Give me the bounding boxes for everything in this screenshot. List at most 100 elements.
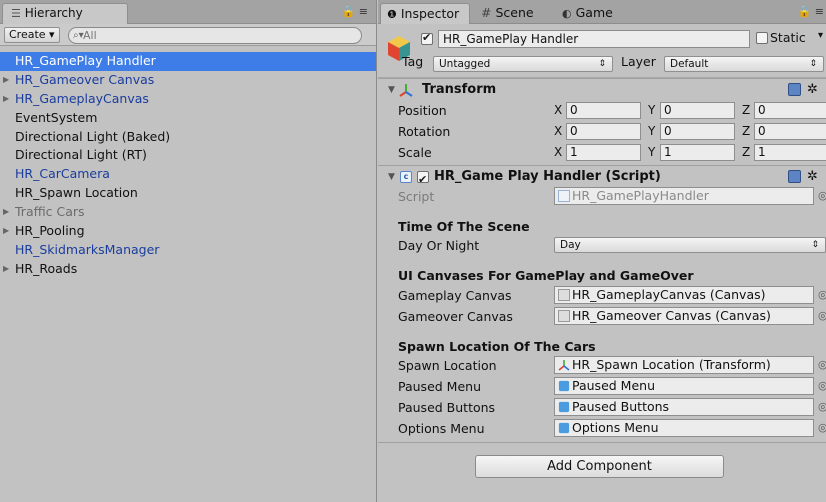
hierarchy-item-label: HR_CarCamera [15, 166, 110, 182]
axis-x-label: X [554, 103, 563, 117]
axis-x-label: X [554, 145, 563, 159]
hierarchy-item[interactable]: ▶ Traffic Cars [0, 203, 376, 222]
pacman-icon: ◐ [562, 7, 572, 20]
transform-row: Position X 0 Y 0 Z 0 [378, 100, 826, 120]
hierarchy-item[interactable]: ▶ HR_Pooling [0, 222, 376, 241]
layer-dropdown[interactable]: Default ⇕ [664, 56, 824, 72]
expand-arrow-icon[interactable]: ▶ [3, 222, 9, 241]
day-night-label: Day Or Night [398, 238, 480, 253]
tab-inspector[interactable]: ❶ Inspector [380, 3, 470, 24]
hierarchy-item-label: HR_GameplayCanvas [15, 90, 149, 106]
gameplay-canvas-field[interactable]: HR_GameplayCanvas (Canvas) [554, 286, 814, 304]
static-dropdown-icon[interactable]: ▾ [818, 30, 823, 41]
paused-buttons-field[interactable]: Paused Buttons [554, 398, 814, 416]
hierarchy-item[interactable]: HR_GamePlay Handler [0, 52, 376, 71]
list-icon: ☰ [11, 7, 21, 20]
tag-dropdown[interactable]: Untagged ⇕ [433, 56, 613, 72]
transform-header[interactable]: ▼ Transform ✲ [378, 78, 826, 100]
hierarchy-item[interactable]: HR_Spawn Location [0, 184, 376, 203]
paused-menu-row: Paused Menu Paused Menu ◎ [378, 376, 826, 396]
panel-menu-icon[interactable]: 🔒 ≡ [342, 5, 368, 18]
gameover-canvas-value: HR_Gameover Canvas (Canvas) [572, 308, 771, 323]
transform-x-field[interactable]: 0 [566, 123, 641, 140]
expand-arrow-icon[interactable]: ▶ [3, 90, 9, 109]
object-picker-icon[interactable]: ◎ [818, 400, 826, 413]
transform-z-field[interactable]: 0 [754, 123, 826, 140]
script-enabled-checkbox[interactable] [417, 169, 429, 191]
hierarchy-item[interactable]: ▶ HR_Gameover Canvas [0, 71, 376, 90]
transform-z-field[interactable]: 0 [754, 102, 826, 119]
active-checkbox[interactable] [421, 31, 433, 45]
transform-x-field[interactable]: 0 [566, 102, 641, 119]
expand-arrow-icon[interactable]: ▶ [3, 71, 9, 90]
options-menu-row: Options Menu Options Menu ◎ [378, 418, 826, 438]
transform-y-field[interactable]: 0 [660, 102, 735, 119]
inspector-tabbar: ❶ Inspector # Scene ◐ Game 🔒 ≡ [378, 0, 826, 24]
hierarchy-item[interactable]: HR_SkidmarksManager [0, 241, 376, 260]
object-picker-icon[interactable]: ◎ [818, 189, 826, 202]
gear-icon[interactable]: ✲ [807, 166, 818, 188]
static-checkbox[interactable] [756, 32, 768, 44]
fold-arrow-icon[interactable]: ▼ [388, 166, 395, 188]
transform-row: Scale X 1 Y 1 Z 1 [378, 142, 826, 162]
transform-y-field[interactable]: 0 [660, 123, 735, 140]
layer-label: Layer [621, 54, 656, 69]
paused-menu-field[interactable]: Paused Menu [554, 377, 814, 395]
transform-row-label: Rotation [398, 124, 451, 139]
hierarchy-item[interactable]: ▶ HR_Roads [0, 260, 376, 279]
canvas-icon [558, 310, 570, 322]
info-icon: ❶ [387, 8, 397, 21]
search-icon: ⌕▾ [73, 30, 84, 41]
hierarchy-item[interactable]: ▶ HR_GameplayCanvas [0, 90, 376, 109]
day-night-value: Day [560, 239, 581, 251]
object-picker-icon[interactable]: ◎ [818, 421, 826, 434]
create-button[interactable]: Create ▾ [4, 27, 60, 43]
hierarchy-item-label: Directional Light (RT) [15, 147, 147, 163]
object-name-field[interactable]: HR_GamePlay Handler [438, 30, 750, 48]
gear-icon[interactable]: ✲ [807, 79, 818, 101]
hierarchy-item-label: HR_Gameover Canvas [15, 71, 155, 87]
hierarchy-tab[interactable]: ☰ Hierarchy [2, 3, 128, 24]
hierarchy-item[interactable]: HR_CarCamera [0, 165, 376, 184]
options-menu-field[interactable]: Options Menu [554, 419, 814, 437]
gameover-canvas-row: Gameover Canvas HR_Gameover Canvas (Canv… [378, 306, 826, 326]
hierarchy-item[interactable]: EventSystem [0, 109, 376, 128]
transform-icon [558, 360, 570, 371]
tab-inspector-label: Inspector [400, 6, 460, 21]
object-picker-icon[interactable]: ◎ [818, 358, 826, 371]
expand-arrow-icon[interactable]: ▶ [3, 203, 9, 222]
axis-y-label: Y [648, 124, 656, 138]
hierarchy-tabbar: ☰ Hierarchy 🔒 ≡ [0, 0, 376, 24]
paused-menu-label: Paused Menu [398, 379, 481, 394]
expand-arrow-icon[interactable]: ▶ [3, 260, 9, 279]
script-header[interactable]: ▼ c HR_Game Play Handler (Script) ✲ [378, 165, 826, 191]
object-picker-icon[interactable]: ◎ [818, 379, 826, 392]
transform-x-field[interactable]: 1 [566, 144, 641, 161]
inspector-menu-icon[interactable]: 🔒 ≡ [798, 5, 824, 18]
day-night-dropdown[interactable]: Day ⇕ [554, 237, 826, 253]
transform-y-field[interactable]: 1 [660, 144, 735, 161]
spawn-location-field[interactable]: HR_Spawn Location (Transform) [554, 356, 814, 374]
hierarchy-item[interactable]: Directional Light (RT) [0, 146, 376, 165]
script-field[interactable]: HR_GamePlayHandler [554, 187, 814, 205]
fold-arrow-icon[interactable]: ▼ [388, 79, 395, 101]
add-component-button[interactable]: Add Component [475, 455, 724, 478]
hierarchy-item-label: HR_GamePlay Handler [15, 53, 156, 68]
help-book-icon[interactable] [788, 83, 801, 96]
axis-x-label: X [554, 124, 563, 138]
help-book-icon[interactable] [788, 170, 801, 183]
object-picker-icon[interactable]: ◎ [818, 309, 826, 322]
transform-z-field[interactable]: 1 [754, 144, 826, 161]
paused-buttons-row: Paused Buttons Paused Buttons ◎ [378, 397, 826, 417]
gameover-canvas-field[interactable]: HR_Gameover Canvas (Canvas) [554, 307, 814, 325]
tab-scene[interactable]: # Scene [475, 3, 540, 24]
hierarchy-item[interactable]: Directional Light (Baked) [0, 128, 376, 147]
tab-game[interactable]: ◐ Game [556, 3, 619, 24]
section-time-of-scene: Time Of The Scene [398, 219, 530, 234]
search-input[interactable]: ⌕▾ All [68, 27, 362, 44]
object-picker-icon[interactable]: ◎ [818, 288, 826, 301]
transform-title: Transform [422, 82, 497, 97]
gameplay-canvas-label: Gameplay Canvas [398, 288, 512, 303]
gameobject-icon [558, 380, 570, 392]
paused-buttons-value: Paused Buttons [572, 399, 670, 414]
